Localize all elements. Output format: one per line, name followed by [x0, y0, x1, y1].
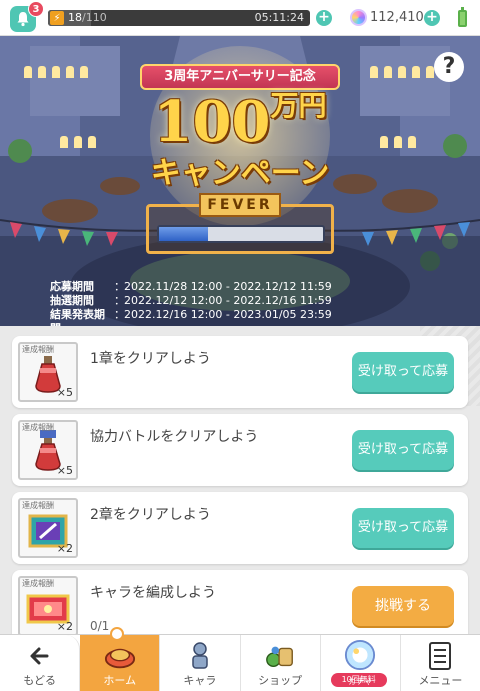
- nav-label: メニュー: [418, 674, 463, 687]
- period-label: 抽選期間: [50, 294, 94, 307]
- claim-and-apply-button[interactable]: 受け取って応募: [352, 430, 454, 470]
- reward-thumbnail: 達成報酬 ×5: [18, 420, 78, 480]
- castle-windows: [370, 66, 434, 78]
- period-row: 抽選期間： 2022.12/12 12:00 - 2022.12/16 11:59: [50, 294, 332, 307]
- add-stamina-button[interactable]: +: [316, 10, 332, 26]
- mission-title: 協力バトルをクリアしよう: [90, 429, 259, 445]
- gem-icon: [350, 9, 367, 26]
- nav-menu[interactable]: メニュー: [401, 635, 480, 691]
- reward-tag: 達成報酬: [22, 501, 54, 510]
- home-icon: [104, 640, 136, 672]
- nav-back[interactable]: もどる: [0, 635, 81, 691]
- period-row: 結果発表期間：2022.12/16 12:00 - 2023.01/05 23:…: [50, 308, 332, 326]
- reward-count: ×2: [56, 542, 73, 555]
- campaign-banner: ? 3周年アニバーサリー記念 100万円 キャンペーン FEVER 応募期間： 2…: [0, 36, 480, 326]
- castle-windows: [380, 136, 416, 148]
- nav-label: ガチャ: [348, 677, 373, 686]
- mission-list[interactable]: 達成報酬 ×5 1章をクリアしよう 受け取って応募 達成報酬 ×5 協力バトルを…: [0, 326, 480, 634]
- stamina-bar: ⚡ 18/110 05:11:24: [48, 10, 310, 26]
- claim-and-apply-button[interactable]: 受け取って応募: [352, 352, 454, 392]
- castle-windows: [24, 66, 88, 78]
- active-indicator: [110, 627, 125, 641]
- mission-title: 1章をクリアしよう: [90, 351, 211, 367]
- stamina-text: 18/110: [68, 10, 107, 26]
- character-icon: [184, 640, 216, 672]
- period-value: 2022.12/12 12:00 - 2022.12/16 11:59: [124, 294, 332, 307]
- mission-title: 2章をクリアしよう: [90, 507, 211, 523]
- nav-gacha[interactable]: 10回無料 ガチャ: [321, 635, 401, 691]
- stamina-current: 18: [68, 11, 82, 24]
- anniversary-ribbon: 3周年アニバーサリー記念: [140, 64, 340, 90]
- status-bar: 3 ⚡ 18/110 05:11:24 + 112,410 +: [0, 0, 480, 36]
- stamina-max: /110: [82, 11, 107, 24]
- castle-windows: [60, 136, 96, 148]
- bottom-navigation: もどる ホーム キャラ ショップ 10回無料 ガチャ メニュー: [0, 627, 480, 691]
- add-gem-button[interactable]: +: [424, 10, 440, 26]
- nav-label: もどる: [23, 674, 56, 687]
- reward-thumbnail: 達成報酬 ×2: [18, 498, 78, 558]
- nav-label: ショップ: [258, 674, 303, 687]
- stamina-timer: 05:11:24: [254, 11, 304, 24]
- gem-count: 112,410: [370, 10, 424, 25]
- reward-tag: 達成報酬: [22, 579, 54, 588]
- campaign-title: キャンペーン: [150, 156, 330, 191]
- prize-amount: 100万円: [140, 89, 340, 155]
- reward-thumbnail: 達成報酬 ×5: [18, 342, 78, 402]
- mission-title: キャラを編成しよう: [90, 585, 216, 601]
- reward-count: ×5: [56, 386, 73, 399]
- nav-shop[interactable]: ショップ: [241, 635, 321, 691]
- mission-card: 達成報酬 ×2 2章をクリアしよう 受け取って応募: [12, 492, 468, 564]
- back-arrow-icon: [24, 640, 56, 672]
- reward-count: ×2: [56, 620, 73, 633]
- mission-card: 達成報酬 ×5 1章をクリアしよう 受け取って応募: [12, 336, 468, 408]
- fever-track: [157, 225, 325, 243]
- prize-unit: 万円: [270, 89, 327, 122]
- fever-fill: [159, 227, 209, 241]
- claim-and-apply-button[interactable]: 受け取って応募: [352, 508, 454, 548]
- notification-badge: 3: [28, 1, 44, 17]
- period-label: 結果発表期間: [50, 308, 105, 326]
- period-value: 2022.11/28 12:00 - 2022.12/12 11:59: [124, 280, 332, 293]
- campaign-periods: 応募期間： 2022.11/28 12:00 - 2022.12/12 11:59…: [50, 280, 332, 326]
- challenge-button[interactable]: 挑戦する: [352, 586, 454, 626]
- prize-number: 100: [153, 89, 271, 155]
- nav-home[interactable]: ホーム: [80, 627, 161, 691]
- menu-icon: [424, 640, 456, 672]
- period-row: 応募期間： 2022.11/28 12:00 - 2022.12/12 11:59: [50, 280, 332, 293]
- period-value: 2022.12/16 12:00 - 2023.01/05 23:59: [124, 308, 332, 321]
- fever-label: FEVER: [199, 193, 281, 217]
- reward-tag: 達成報酬: [22, 423, 54, 432]
- nav-character[interactable]: キャラ: [160, 635, 241, 691]
- mission-card: 達成報酬 ×2 キャラを編成しよう 0/1 挑戦する: [12, 570, 468, 634]
- mission-progress: 0/1: [90, 619, 110, 633]
- nav-label: ホーム: [103, 674, 137, 687]
- reward-thumbnail: 達成報酬 ×2: [18, 576, 78, 634]
- reward-count: ×5: [56, 464, 73, 477]
- reward-tag: 達成報酬: [22, 345, 54, 354]
- shop-icon: [264, 640, 296, 672]
- fever-gauge: FEVER: [146, 193, 334, 254]
- gacha-icon: [344, 639, 376, 671]
- lightning-icon: ⚡: [50, 11, 64, 25]
- nav-label: キャラ: [183, 674, 217, 687]
- period-label: 応募期間: [50, 280, 94, 293]
- battery-icon: [458, 7, 467, 27]
- mission-card: 達成報酬 ×5 協力バトルをクリアしよう 受け取って応募: [12, 414, 468, 486]
- help-button[interactable]: ?: [434, 52, 464, 82]
